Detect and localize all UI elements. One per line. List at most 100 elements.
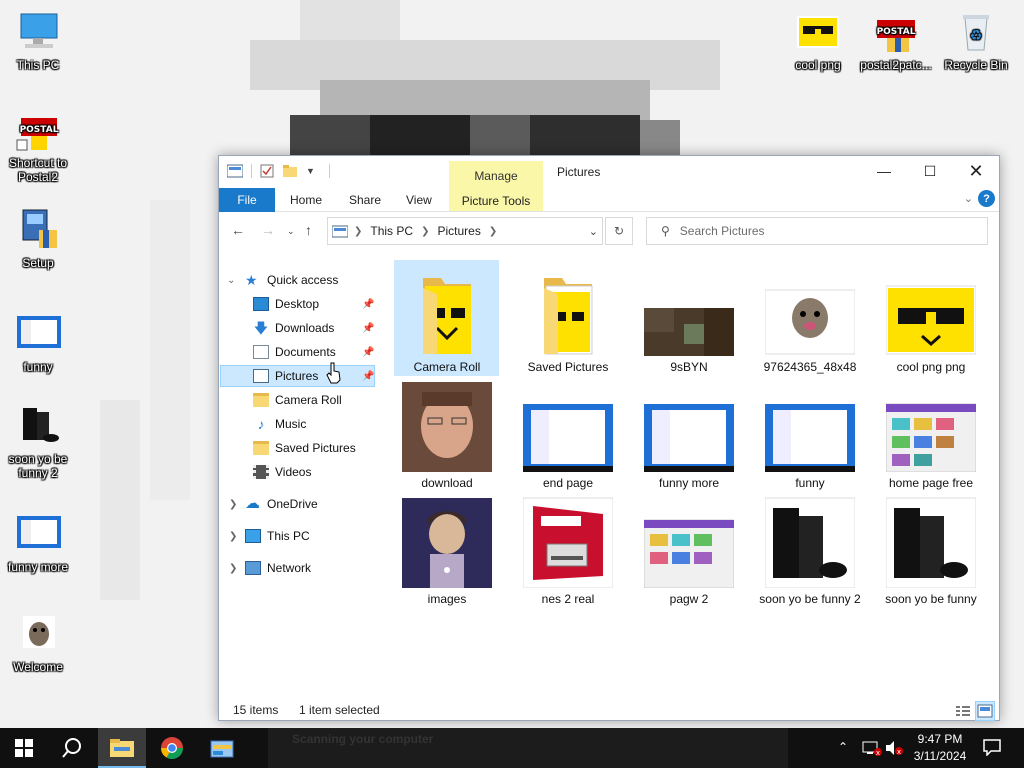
network-status-icon[interactable]: x	[862, 740, 882, 759]
nav-item-pictures[interactable]: Pictures	[253, 365, 318, 387]
image-thumbnail-icon	[15, 512, 61, 556]
address-dropdown-chevron-icon[interactable]: ⌄	[589, 225, 598, 238]
new-folder-icon[interactable]	[282, 164, 298, 178]
pin-icon[interactable]: 📌	[362, 299, 374, 310]
nav-item-downloads[interactable]: 🡇 Downloads	[253, 317, 335, 339]
explorer-window[interactable]: ▼ Manage Picture Tools Pictures — ☐ ✕ Fi…	[218, 155, 1000, 721]
refresh-icon[interactable]: ↻	[605, 217, 633, 245]
forward-arrow-icon[interactable]: →	[261, 222, 275, 238]
onedrive-expand-chevron-icon[interactable]: ❯	[229, 499, 237, 510]
pin-icon[interactable]: 📌	[362, 323, 374, 334]
customize-toolbar-arrow-icon[interactable]: ▼	[306, 166, 315, 176]
ribbon-tabs: File Home Share View ⌄ ?	[219, 188, 999, 212]
clock-date[interactable]: 3/11/2024	[908, 749, 972, 763]
file-item-saved-pictures[interactable]: Saved Pictures	[513, 264, 623, 374]
search-input[interactable]: ⚲ Search Pictures	[646, 217, 988, 245]
properties-icon[interactable]	[260, 164, 274, 178]
background-pixel	[100, 400, 140, 600]
nes-box-thumbnail-icon	[522, 496, 614, 589]
address-bar[interactable]: ❯ This PC ❯ Pictures ❯ ⌄	[327, 217, 603, 245]
pin-icon[interactable]: 📌	[362, 371, 374, 382]
pin-icon[interactable]: 📌	[362, 347, 374, 358]
file-item-end-page[interactable]: end page	[513, 380, 623, 490]
network-expand-chevron-icon[interactable]: ❯	[229, 563, 237, 574]
search-icon	[62, 738, 81, 758]
taskbar-pinned-app[interactable]	[198, 728, 246, 768]
file-item-download[interactable]: download	[392, 380, 502, 490]
recycle-bin-icon: ♻	[953, 10, 999, 54]
close-button[interactable]: ✕	[953, 156, 999, 186]
tab-file[interactable]: File	[219, 188, 275, 212]
file-item-9sbyn[interactable]: 9sBYN	[634, 264, 744, 374]
file-item-soon-yo-be-funny[interactable]: soon yo be funny	[876, 496, 986, 606]
desktop-icon-setup[interactable]: Setup	[0, 208, 76, 270]
ps4-thumbnail-icon	[885, 496, 977, 589]
file-item-nes-2-real[interactable]: nes 2 real	[513, 496, 623, 606]
taskbar-chrome[interactable]	[148, 728, 196, 768]
details-view-icon[interactable]	[953, 701, 973, 721]
taskbar-file-explorer[interactable]	[98, 728, 146, 768]
breadcrumb-this-pc[interactable]: This PC	[370, 224, 413, 238]
large-icons-view-icon[interactable]	[975, 701, 995, 721]
nav-item-documents[interactable]: Documents	[253, 341, 336, 363]
this-pc-expand-chevron-icon[interactable]: ❯	[229, 531, 237, 542]
maximize-button[interactable]: ☐	[907, 156, 953, 186]
file-item-images[interactable]: images	[392, 496, 502, 606]
document-icon	[253, 345, 269, 359]
desktop-icon-this-pc[interactable]: This PC	[0, 10, 76, 72]
pictures-icon	[253, 369, 269, 383]
minimize-button[interactable]: —	[861, 156, 907, 186]
nav-network[interactable]: Network	[245, 557, 311, 579]
help-icon[interactable]: ?	[978, 190, 995, 207]
clock-time[interactable]: 9:47 PM	[908, 732, 972, 746]
nav-item-saved-pictures[interactable]: Saved Pictures	[253, 437, 356, 459]
back-arrow-icon[interactable]: ←	[231, 222, 245, 238]
nav-item-camera-roll[interactable]: Camera Roll	[253, 389, 342, 411]
image-thumbnail-icon	[644, 264, 734, 356]
desktop-icon-soon-yo-be-funny-2[interactable]: soon yo be funny 2	[0, 404, 76, 480]
desktop-icon-cool-png[interactable]: cool png	[780, 10, 856, 72]
svg-text:POSTAL: POSTAL	[20, 125, 59, 135]
volume-muted-icon[interactable]: x	[884, 740, 904, 759]
webpage-thumbnail-icon	[885, 380, 977, 473]
start-button[interactable]	[0, 728, 48, 768]
file-item-camera-roll[interactable]: Camera Roll	[392, 264, 502, 374]
up-arrow-icon[interactable]: ↑	[305, 222, 312, 238]
nav-this-pc[interactable]: This PC	[245, 525, 310, 547]
network-icon	[245, 561, 261, 575]
file-item-cool-png-png[interactable]: cool png png	[876, 264, 986, 374]
quick-access-collapse-chevron-icon[interactable]: ⌄	[227, 275, 235, 286]
tab-view[interactable]: View	[406, 193, 432, 207]
desktop-icon-welcome[interactable]: Welcome	[0, 612, 76, 674]
nav-item-music[interactable]: ♪ Music	[253, 413, 307, 435]
breadcrumb-pictures[interactable]: Pictures	[437, 224, 480, 238]
desktop-icon-postal2-shortcut[interactable]: POSTAL Shortcut to Postal2	[0, 108, 76, 184]
nav-onedrive[interactable]: ☁ OneDrive	[245, 493, 318, 515]
webpage-thumbnail-icon	[643, 496, 735, 589]
tab-home[interactable]: Home	[290, 193, 322, 207]
recent-locations-chevron-icon[interactable]: ⌄	[287, 226, 295, 237]
nav-quick-access[interactable]: ★ Quick access	[245, 269, 338, 291]
file-explorer-icon	[110, 739, 134, 757]
music-note-icon: ♪	[257, 416, 265, 432]
show-hidden-icons-chevron-icon[interactable]: ⌃	[838, 740, 848, 754]
desktop-icon-funny-more[interactable]: funny more	[0, 512, 76, 574]
svg-text:x: x	[876, 749, 880, 756]
taskbar-search-button[interactable]	[48, 728, 96, 768]
expand-ribbon-chevron-icon[interactable]: ⌄	[964, 192, 973, 205]
file-item-funny-more[interactable]: funny more	[634, 380, 744, 490]
file-item-97624365-48x48[interactable]: 97624365_48x48	[755, 264, 865, 374]
nav-item-desktop[interactable]: Desktop	[253, 293, 319, 315]
desktop-icon-postal2-patch[interactable]: POSTAL postal2patc...	[858, 10, 934, 72]
desktop-icon-funny[interactable]: funny	[0, 312, 76, 374]
file-item-home-page-free[interactable]: home page free	[876, 380, 986, 490]
tab-share[interactable]: Share	[349, 193, 381, 207]
file-item-soon-yo-be-funny-2[interactable]: soon yo be funny 2	[755, 496, 865, 606]
desktop-icon-recycle-bin[interactable]: ♻ Recycle Bin	[938, 10, 1014, 72]
file-item-pagw-2[interactable]: pagw 2	[634, 496, 744, 606]
notification-center-icon[interactable]	[983, 738, 1001, 759]
nav-item-videos[interactable]: Videos	[253, 461, 311, 483]
title-bar[interactable]: ▼ Manage Picture Tools Pictures — ☐ ✕	[219, 156, 999, 212]
file-item-funny[interactable]: funny	[755, 380, 865, 490]
hand-cursor-icon	[326, 362, 342, 387]
